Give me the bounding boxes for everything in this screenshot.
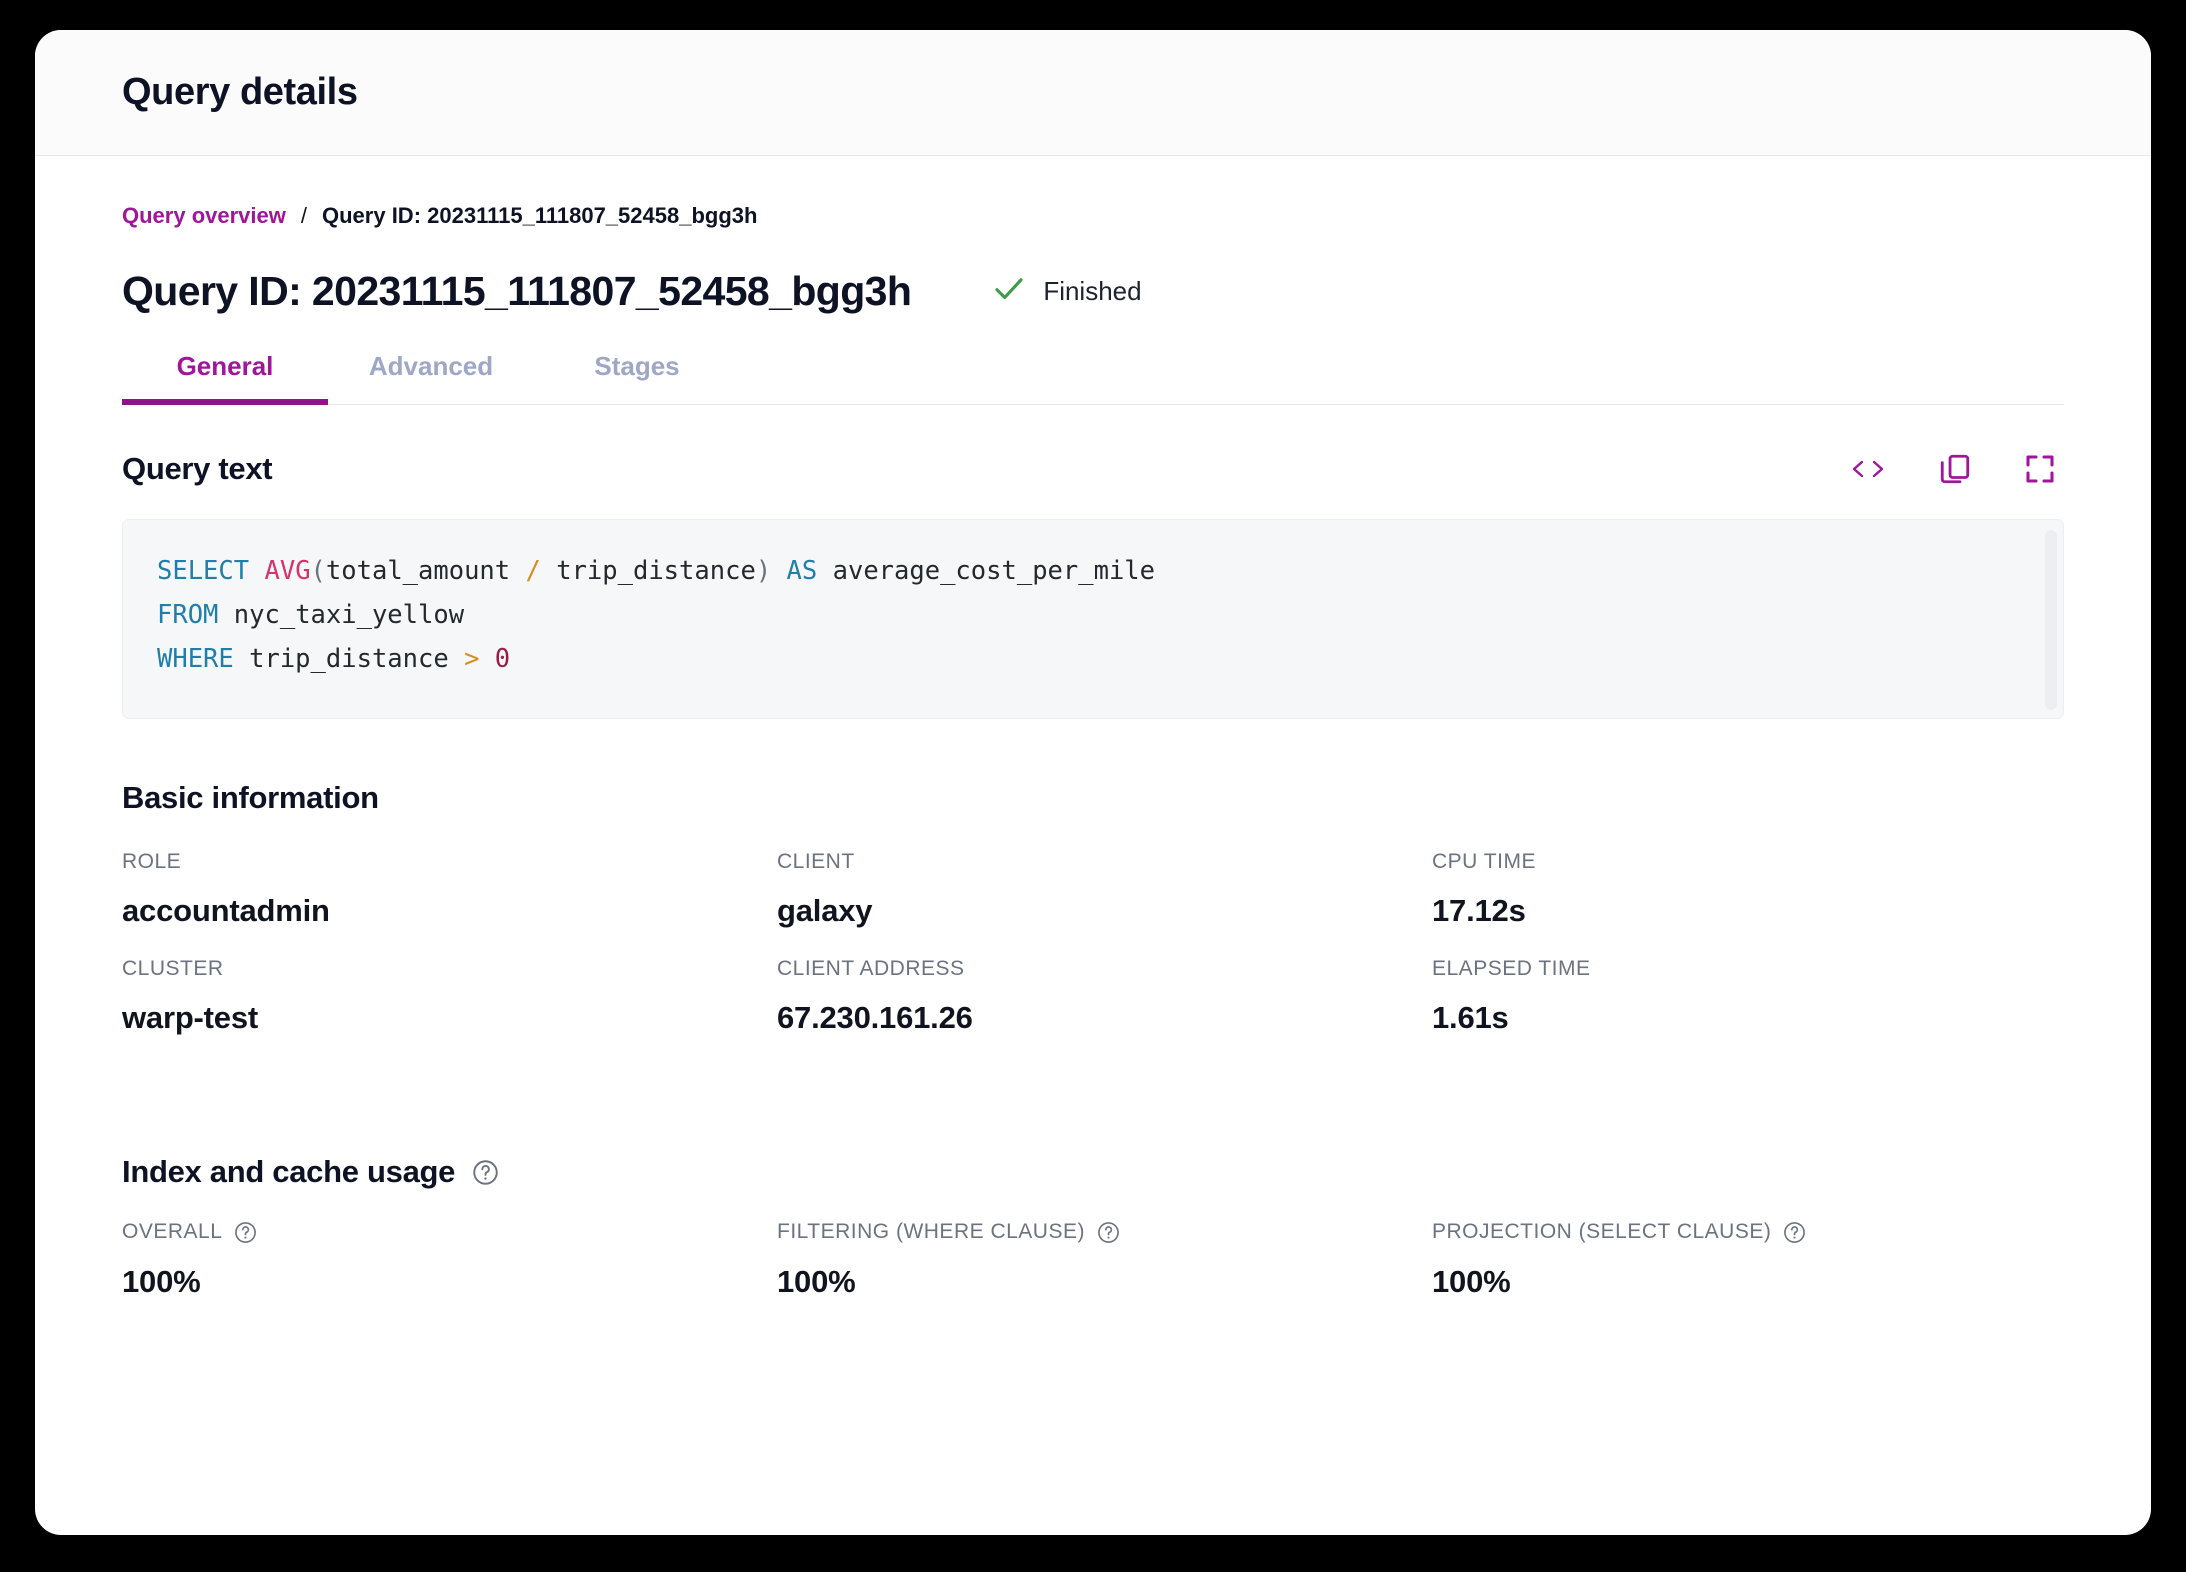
sql-function-avg: AVG	[264, 556, 311, 586]
window-header: Query details	[35, 30, 2151, 156]
usage-overall: OVERALL 100%	[122, 1220, 777, 1300]
code-scrollbar[interactable]	[2045, 530, 2057, 710]
sql-keyword-select: SELECT	[157, 556, 250, 586]
usage-filtering: FILTERING (WHERE CLAUSE) 100%	[777, 1220, 1432, 1300]
help-circle-icon[interactable]	[1783, 1221, 1806, 1244]
field-cluster: CLUSTER warp-test	[122, 957, 777, 1036]
breadcrumb-separator: /	[300, 203, 307, 228]
query-text-actions	[1850, 452, 2064, 486]
code-brackets-icon[interactable]	[1850, 455, 1886, 483]
usage-filtering-value: 100%	[777, 1264, 856, 1299]
field-cpu-time: CPU TIME 17.12s	[1432, 850, 2064, 929]
sql-paren-open: (	[310, 556, 326, 586]
field-cluster-value: warp-test	[122, 1000, 259, 1035]
breadcrumb-current: Query ID: 20231115_111807_52458_bgg3h	[322, 203, 758, 228]
tab-stages[interactable]: Stages	[534, 351, 740, 404]
page-title-row: Query ID: 20231115_111807_52458_bgg3h Fi…	[122, 268, 2064, 315]
sql-arg-trip-distance: trip_distance	[556, 556, 756, 586]
breadcrumb: Query overview / Query ID: 20231115_1118…	[122, 203, 2064, 229]
copy-icon[interactable]	[1938, 452, 1972, 486]
sql-column-trip-distance: trip_distance	[249, 644, 449, 674]
help-circle-icon[interactable]	[234, 1221, 257, 1244]
breadcrumb-link-query-overview[interactable]: Query overview	[122, 203, 286, 229]
field-client: CLIENT galaxy	[777, 850, 1432, 929]
field-role: ROLE accountadmin	[122, 850, 777, 929]
field-client-address-value: 67.230.161.26	[777, 1000, 973, 1035]
usage-projection: PROJECTION (SELECT CLAUSE) 100%	[1432, 1220, 2064, 1300]
sql-keyword-as: AS	[786, 556, 818, 586]
usage-projection-value: 100%	[1432, 1264, 1511, 1299]
field-cpu-time-value: 17.12s	[1432, 893, 1526, 928]
tab-general[interactable]: General	[122, 351, 328, 404]
field-elapsed-time: ELAPSED TIME 1.61s	[1432, 957, 2064, 1036]
index-cache-usage-grid: OVERALL 100% FILTERING (WHERE CLAUSE) 10…	[122, 1220, 2064, 1328]
tab-stages-label: Stages	[594, 351, 680, 381]
help-circle-icon[interactable]	[1097, 1221, 1120, 1244]
field-client-address-label: CLIENT ADDRESS	[777, 957, 965, 980]
sql-code: SELECT AVG(total_amount / trip_distance)…	[157, 549, 2029, 681]
basic-information-section: Basic information ROLE accountadmin CLIE…	[122, 780, 2064, 1064]
sql-arg-total-amount: total_amount	[325, 556, 511, 586]
usage-overall-value: 100%	[122, 1264, 201, 1299]
field-role-value: accountadmin	[122, 893, 330, 928]
tab-advanced-label: Advanced	[368, 351, 494, 381]
sql-keyword-from: FROM	[157, 600, 219, 630]
status-badge: Finished	[992, 272, 1142, 311]
sql-alias: average_cost_per_mile	[832, 556, 1156, 586]
usage-filtering-label-row: FILTERING (WHERE CLAUSE)	[777, 1220, 1432, 1244]
basic-information-grid: ROLE accountadmin CLIENT galaxy CPU TIME…	[122, 850, 2064, 1064]
help-circle-icon[interactable]	[472, 1159, 499, 1186]
field-client-value: galaxy	[777, 893, 873, 928]
window-title: Query details	[122, 71, 358, 113]
index-cache-usage-title: Index and cache usage	[122, 1154, 456, 1189]
field-client-label: CLIENT	[777, 850, 855, 873]
field-client-address: CLIENT ADDRESS 67.230.161.26	[777, 957, 1432, 1036]
field-role-label: ROLE	[122, 850, 182, 873]
query-text-title: Query text	[122, 451, 273, 486]
field-elapsed-time-label: ELAPSED TIME	[1432, 957, 1591, 980]
field-elapsed-time-value: 1.61s	[1432, 1000, 1509, 1035]
usage-filtering-label: FILTERING (WHERE CLAUSE)	[777, 1220, 1085, 1243]
usage-overall-label: OVERALL	[122, 1220, 223, 1243]
query-details-panel: Query details Query overview / Query ID:…	[35, 30, 2151, 1535]
query-text-header: Query text	[122, 451, 2064, 487]
usage-projection-label-row: PROJECTION (SELECT CLAUSE)	[1432, 1220, 2064, 1244]
usage-overall-label-row: OVERALL	[122, 1220, 777, 1244]
tab-advanced[interactable]: Advanced	[328, 351, 534, 404]
sql-operator-divide: /	[525, 556, 541, 586]
sql-paren-close: )	[755, 556, 772, 586]
status-label: Finished	[1043, 276, 1142, 306]
index-cache-usage-title-row: Index and cache usage	[122, 1154, 2064, 1190]
field-cpu-time-label: CPU TIME	[1432, 850, 1536, 873]
sql-table-name: nyc_taxi_yellow	[233, 600, 465, 630]
sql-operator-gt: >	[464, 644, 480, 674]
tab-bar: General Advanced Stages	[122, 351, 2064, 405]
query-text-code-block[interactable]: SELECT AVG(total_amount / trip_distance)…	[122, 519, 2064, 719]
page-body: Query overview / Query ID: 20231115_1118…	[35, 203, 2151, 1328]
sql-number-zero: 0	[494, 644, 511, 674]
basic-information-title: Basic information	[122, 780, 379, 815]
sql-keyword-where: WHERE	[157, 644, 234, 674]
index-cache-usage-section: Index and cache usage OVERALL 100% FILTE…	[122, 1154, 2064, 1328]
page-title: Query ID: 20231115_111807_52458_bgg3h	[122, 268, 912, 314]
tab-general-label: General	[176, 351, 274, 381]
check-icon	[992, 272, 1026, 311]
field-cluster-label: CLUSTER	[122, 957, 224, 980]
usage-projection-label: PROJECTION (SELECT CLAUSE)	[1432, 1220, 1772, 1243]
fullscreen-icon[interactable]	[2024, 453, 2056, 485]
